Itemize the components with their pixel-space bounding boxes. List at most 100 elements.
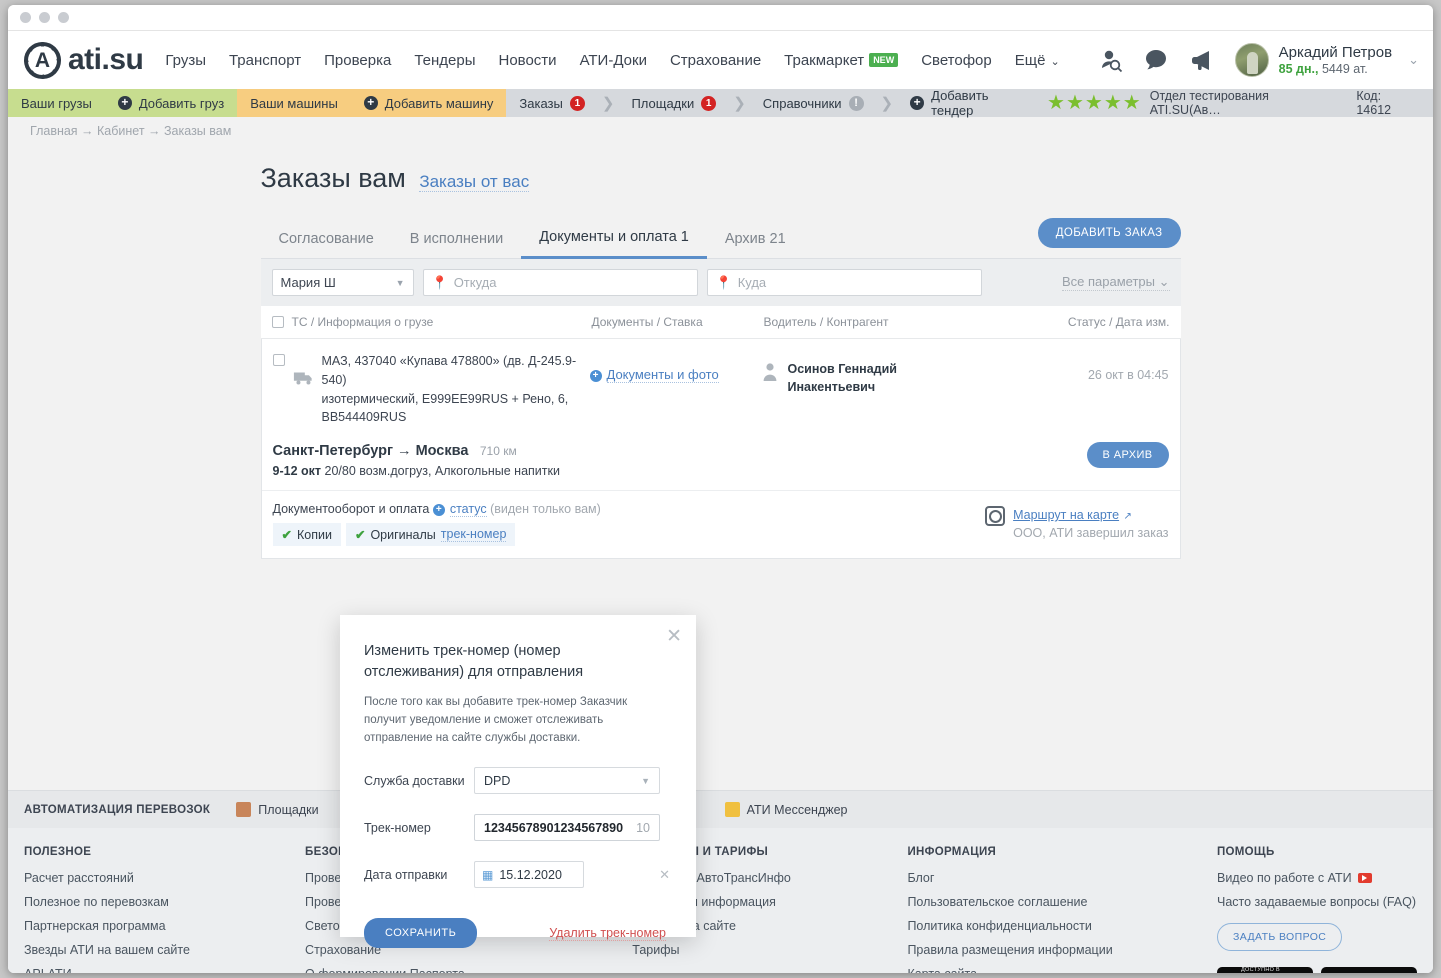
plus-icon: +: [117, 96, 132, 110]
doc-flow-block: Документооборот и оплата + статус (виден …: [272, 502, 601, 546]
subnav-orders[interactable]: Заказы 1: [506, 95, 597, 111]
footer-link[interactable]: Расчет расстояний: [24, 871, 305, 885]
footer-link[interactable]: API АТИ: [24, 967, 305, 973]
window-minimize-dot[interactable]: [39, 12, 50, 23]
tab-arhiv[interactable]: Архив 21: [707, 223, 804, 258]
nav-item-trakmarket[interactable]: Тракмаркет NEW: [784, 52, 899, 69]
window-close-dot[interactable]: [20, 12, 31, 23]
from-field[interactable]: 📍 Откуда: [422, 269, 698, 296]
all-params-toggle[interactable]: Все параметры ⌄: [1061, 274, 1170, 291]
automation-item-sites-label: Площадки: [258, 802, 319, 817]
footer-heading-information: ИНФОРМАЦИЯ: [907, 846, 997, 858]
archive-button[interactable]: В АРХИВ: [1086, 442, 1169, 468]
footer-video-link[interactable]: Видео по работе с АТИ: [1217, 871, 1417, 885]
route-block: Санкт-Петербург → Москва 710 км 9-12 окт…: [273, 442, 560, 478]
clear-date-icon[interactable]: ✕: [659, 867, 670, 883]
automation-item-sites[interactable]: Площадки: [236, 802, 319, 817]
track-number-input[interactable]: 12345678901234567890 10: [474, 814, 660, 842]
megaphone-icon[interactable]: [1189, 47, 1215, 73]
map-link-line: Маршрут на карте ↗: [1013, 506, 1168, 524]
subnav-your-cargo[interactable]: Ваши грузы: [8, 89, 105, 117]
app-store-badge[interactable]:  Загрузите в App Store: [1320, 967, 1417, 973]
nav-item-strahovanie[interactable]: Страхование: [670, 52, 761, 69]
nav-item-gruzy[interactable]: Грузы: [165, 52, 206, 69]
filter-bar: Мария Ш ▼ 📍 Откуда 📍 Куда Все параметры …: [260, 259, 1181, 306]
automation-item-messenger-label: АТИ Мессенджер: [746, 802, 848, 817]
column-header-docs: Документы / Ставка: [591, 315, 703, 329]
footer-link[interactable]: Партнерская программа: [24, 919, 305, 933]
person-select[interactable]: Мария Ш ▼: [271, 269, 414, 296]
ask-question-button[interactable]: ЗАДАТЬ ВОПРОС: [1216, 923, 1343, 951]
subnav-your-trucks[interactable]: Ваши машины: [237, 89, 351, 117]
tab-v-ispolnenii[interactable]: В исполнении: [392, 223, 521, 258]
footer-link[interactable]: О формировании Паспорта: [305, 967, 632, 973]
footer-link[interactable]: Карта сайта: [907, 967, 1217, 973]
nav-item-tendery[interactable]: Тендеры: [414, 52, 475, 69]
chip-copies[interactable]: ✔ Копии: [272, 523, 341, 546]
route-on-map-link[interactable]: Маршрут на карте: [1013, 508, 1119, 522]
orders-count-badge: 1: [569, 95, 585, 111]
add-order-button[interactable]: ДОБАВИТЬ ЗАКАЗ: [1037, 218, 1181, 248]
nav-item-transport[interactable]: Транспорт: [229, 52, 301, 69]
cargo-line-3: BB544409RUS: [321, 410, 407, 425]
order-checkbox[interactable]: [272, 354, 285, 366]
driver-name: Осинов Геннадий Инакентьевич: [788, 360, 897, 427]
user-rating: 5449 ат.: [1321, 61, 1368, 76]
close-icon[interactable]: ✕: [666, 627, 682, 646]
avatar: [1234, 43, 1269, 77]
footer-link[interactable]: Звезды АТИ на вашем сайте: [24, 943, 305, 957]
footer-heading-useful: ПОЛЕЗНОЕ: [24, 846, 92, 858]
footer-link[interactable]: Полезное по перевозкам: [24, 895, 305, 909]
site-footer: ПОЛЕЗНОЕ Расчет расстояний Полезное по п…: [8, 828, 1433, 973]
footer-column-useful: ПОЛЕЗНОЕ Расчет расстояний Полезное по п…: [24, 846, 305, 973]
user-days: 85 дн.,: [1278, 61, 1319, 76]
footer-link[interactable]: Блог: [907, 871, 1217, 885]
subnav-directories[interactable]: Справочники!: [750, 95, 877, 111]
doc-flow-label: Документооборот и оплата: [272, 502, 430, 516]
footer-faq-link[interactable]: Часто задаваемые вопросы (FAQ): [1217, 895, 1417, 909]
user-search-icon[interactable]: [1097, 47, 1123, 73]
page-title: Заказы вам: [260, 163, 406, 193]
subnav-add-tender[interactable]: + Добавить тендер: [897, 88, 1047, 118]
subnav-add-tender-label: Добавить тендер: [931, 88, 989, 118]
tab-dokumenty-i-oplata[interactable]: Документы и оплата 1: [521, 221, 707, 259]
nav-item-more[interactable]: Ещё ⌄: [1015, 52, 1060, 69]
site-logo[interactable]: A ati.su: [24, 41, 144, 79]
footer-link[interactable]: Пользовательское соглашение: [907, 895, 1217, 909]
chat-icon[interactable]: [1143, 47, 1169, 73]
orders-from-you-link[interactable]: Заказы от вас: [419, 172, 530, 192]
cargo-line-2: изотермический, E999EE99RUS + Рено, 6,: [321, 391, 569, 406]
window-maximize-dot[interactable]: [58, 12, 69, 23]
footer-link[interactable]: Правила размещения информации: [907, 943, 1217, 957]
select-all-checkbox[interactable]: [271, 316, 284, 328]
subnav-sites[interactable]: Площадки 1: [618, 95, 729, 111]
doc-status-link[interactable]: статус: [449, 502, 487, 517]
save-button[interactable]: СОХРАНИТЬ: [364, 918, 478, 949]
google-play-badge[interactable]: ДОСТУПНО В Google Play: [1216, 967, 1313, 973]
ship-date-input[interactable]: ▦ 15.12.2020: [474, 861, 584, 889]
nav-item-proverka[interactable]: Проверка: [324, 52, 391, 69]
track-number-link[interactable]: трек-номер: [440, 527, 507, 542]
breadcrumb[interactable]: Главная → Кабинет → Заказы вам: [8, 117, 1433, 145]
automation-item-messenger[interactable]: АТИ Мессенджер: [724, 802, 848, 817]
documents-and-photos-link[interactable]: Документы и фото: [606, 367, 719, 383]
nav-item-svetofor[interactable]: Светофор: [921, 52, 992, 69]
nav-item-novosti[interactable]: Новости: [498, 52, 556, 69]
delivery-service-select[interactable]: DPD ▼: [474, 767, 660, 795]
delete-track-number-link[interactable]: Удалить трек-номер: [549, 926, 666, 941]
subnav-your-trucks-label: Ваши машины: [250, 95, 338, 111]
nav-item-ati-doki[interactable]: АТИ-Доки: [580, 52, 647, 69]
cargo-line-1: МАЗ, 437040 «Купава 478800» (дв. Д-245.9…: [321, 354, 577, 387]
chip-originals[interactable]: ✔ Оригиналы трек-номер: [345, 523, 516, 546]
subnav-add-cargo[interactable]: + Добавить груз: [105, 89, 237, 117]
ship-date-row: Дата отправки ▦ 15.12.2020 ✕: [364, 861, 670, 889]
tab-soglasovanie[interactable]: Согласование: [261, 223, 392, 258]
directories-alert-badge: !: [848, 95, 864, 111]
footer-link[interactable]: Политика конфиденциальности: [907, 919, 1217, 933]
subnav-add-truck[interactable]: + Добавить машину: [351, 89, 507, 117]
table-header-row: ТС / Информация о грузе Документы / Став…: [260, 306, 1181, 339]
user-menu[interactable]: Аркадий Петров 85 дн., 5449 ат. ⌄: [1234, 43, 1419, 77]
chevron-right-icon: ❯: [880, 95, 894, 112]
to-field[interactable]: 📍 Куда: [706, 269, 982, 296]
star-icon: ★: [1122, 92, 1141, 114]
